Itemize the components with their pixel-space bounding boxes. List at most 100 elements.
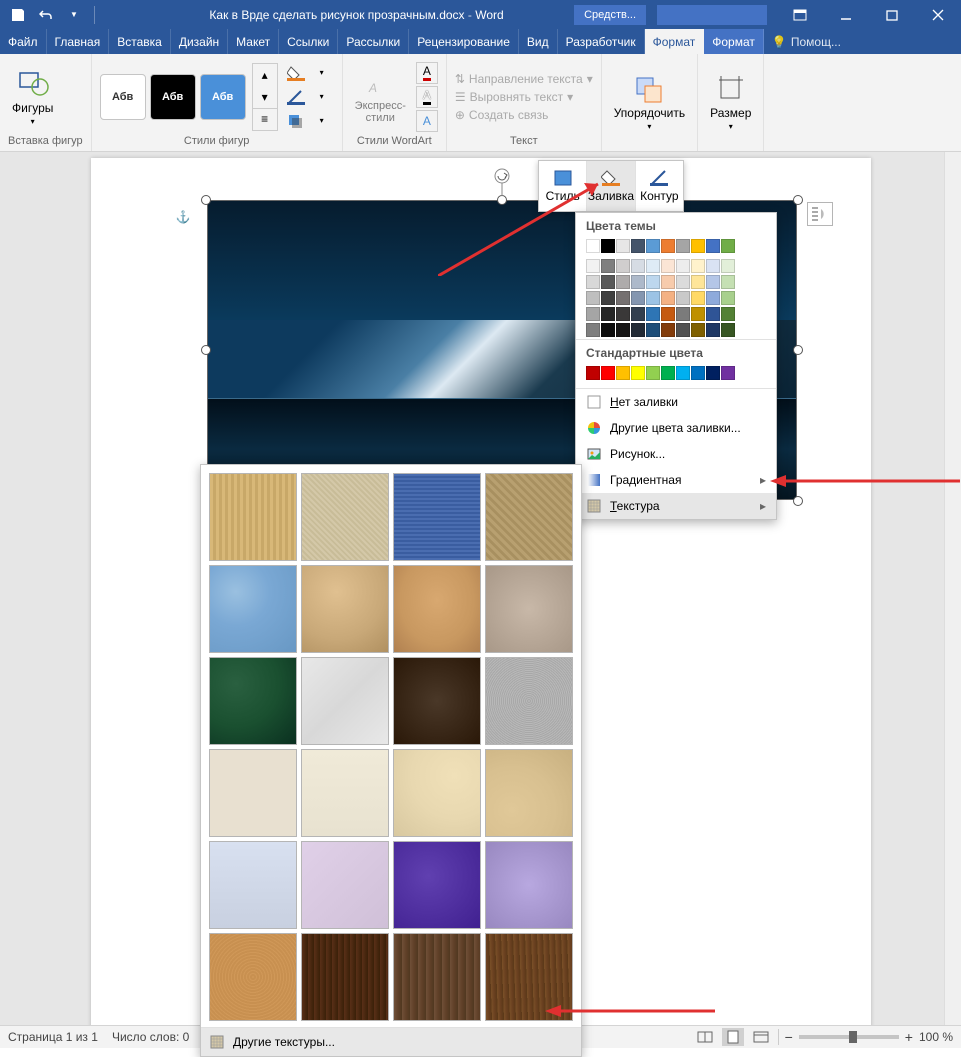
qa-more-dropdown[interactable]: ▼ [62, 3, 86, 27]
tab-view[interactable]: Вид [519, 29, 558, 54]
color-swatch[interactable] [616, 239, 630, 253]
color-swatch[interactable] [706, 323, 720, 337]
color-swatch[interactable] [706, 366, 720, 380]
color-swatch[interactable] [691, 259, 705, 273]
color-swatch[interactable] [586, 323, 600, 337]
color-swatch[interactable] [646, 307, 660, 321]
color-swatch[interactable] [721, 323, 735, 337]
shape-effects-dropdown[interactable]: ▾ [310, 110, 334, 132]
no-fill-item[interactable]: ННет заливкиет заливки [576, 389, 776, 415]
selection-handle[interactable] [201, 195, 211, 205]
gallery-up-icon[interactable]: ▴ [253, 64, 277, 86]
tab-review[interactable]: Рецензирование [409, 29, 519, 54]
tab-references[interactable]: Ссылки [279, 29, 338, 54]
shapes-button[interactable]: Фигуры▾ [8, 63, 57, 130]
tell-me[interactable]: 💡 Помощ... [772, 29, 841, 54]
texture-swatch[interactable] [301, 933, 389, 1021]
color-swatch[interactable] [676, 291, 690, 305]
picture-fill-item[interactable]: Рисунок... [576, 441, 776, 467]
zoom-slider[interactable] [799, 1035, 899, 1039]
color-swatch[interactable] [706, 259, 720, 273]
word-count[interactable]: Число слов: 0 [112, 1030, 189, 1044]
color-swatch[interactable] [661, 239, 675, 253]
color-swatch[interactable] [661, 275, 675, 289]
color-swatch[interactable] [691, 366, 705, 380]
color-swatch[interactable] [616, 307, 630, 321]
tab-insert[interactable]: Вставка [109, 29, 171, 54]
size-button[interactable]: Размер▾ [706, 70, 755, 135]
color-swatch[interactable] [646, 291, 660, 305]
color-swatch[interactable] [601, 275, 615, 289]
texture-swatch[interactable] [301, 565, 389, 653]
color-swatch[interactable] [661, 291, 675, 305]
quick-styles-button[interactable]: A Экспресс- стили [351, 66, 410, 128]
color-swatch[interactable] [631, 259, 645, 273]
text-effects-button[interactable]: A [416, 110, 438, 132]
color-swatch[interactable] [721, 239, 735, 253]
color-swatch[interactable] [721, 307, 735, 321]
tab-format-drawing[interactable]: Формат [645, 29, 705, 54]
color-swatch[interactable] [646, 239, 660, 253]
texture-swatch[interactable] [393, 933, 481, 1021]
color-swatch[interactable] [691, 323, 705, 337]
color-swatch[interactable] [706, 307, 720, 321]
color-swatch[interactable] [601, 366, 615, 380]
color-swatch[interactable] [601, 259, 615, 273]
undo-button[interactable] [34, 3, 58, 27]
color-swatch[interactable] [676, 239, 690, 253]
selection-handle[interactable] [793, 496, 803, 506]
shape-style-preset-3[interactable]: Абв [200, 74, 246, 120]
arrange-button[interactable]: Упорядочить▾ [610, 70, 689, 135]
texture-swatch[interactable] [485, 841, 573, 929]
texture-swatch[interactable] [209, 841, 297, 929]
shape-style-preset-1[interactable]: Абв [100, 74, 146, 120]
texture-swatch[interactable] [209, 565, 297, 653]
color-swatch[interactable] [706, 275, 720, 289]
ribbon-display-options[interactable] [777, 0, 823, 29]
color-swatch[interactable] [721, 291, 735, 305]
color-swatch[interactable] [616, 259, 630, 273]
tab-format-picture[interactable]: Формат [704, 29, 764, 54]
tab-design[interactable]: Дизайн [171, 29, 228, 54]
tab-layout[interactable]: Макет [228, 29, 279, 54]
color-swatch[interactable] [646, 366, 660, 380]
zoom-in-button[interactable]: + [905, 1029, 913, 1045]
mini-style-button[interactable]: Стиль [539, 161, 587, 211]
color-swatch[interactable] [631, 366, 645, 380]
color-swatch[interactable] [676, 366, 690, 380]
shape-effects-button[interactable] [284, 110, 308, 132]
shape-style-preset-2[interactable]: Абв [150, 74, 196, 120]
zoom-level[interactable]: 100 % [919, 1030, 953, 1044]
color-swatch[interactable] [586, 307, 600, 321]
text-outline-button[interactable]: A [416, 86, 438, 108]
shape-outline-button[interactable] [284, 86, 308, 108]
texture-swatch[interactable] [209, 749, 297, 837]
maximize-button[interactable] [869, 0, 915, 29]
mini-outline-button[interactable]: Контур [636, 161, 683, 211]
color-swatch[interactable] [661, 259, 675, 273]
tab-home[interactable]: Главная [47, 29, 110, 54]
selection-handle[interactable] [201, 345, 211, 355]
color-swatch[interactable] [676, 259, 690, 273]
color-swatch[interactable] [721, 259, 735, 273]
zoom-out-button[interactable]: − [785, 1029, 793, 1045]
rotate-handle[interactable] [493, 168, 511, 199]
layout-options-button[interactable] [807, 202, 833, 226]
color-swatch[interactable] [706, 291, 720, 305]
texture-swatch[interactable] [485, 657, 573, 745]
texture-swatch[interactable] [485, 473, 573, 561]
color-swatch[interactable] [631, 239, 645, 253]
mini-fill-button[interactable]: Заливка [587, 161, 635, 211]
color-swatch[interactable] [601, 323, 615, 337]
texture-swatch[interactable] [209, 473, 297, 561]
texture-swatch[interactable] [393, 657, 481, 745]
color-swatch[interactable] [586, 239, 600, 253]
shape-outline-dropdown[interactable]: ▾ [310, 86, 334, 108]
save-button[interactable] [6, 3, 30, 27]
texture-swatch[interactable] [301, 841, 389, 929]
print-layout-button[interactable] [722, 1028, 744, 1046]
color-swatch[interactable] [616, 275, 630, 289]
color-swatch[interactable] [586, 366, 600, 380]
color-swatch[interactable] [721, 366, 735, 380]
color-swatch[interactable] [661, 307, 675, 321]
